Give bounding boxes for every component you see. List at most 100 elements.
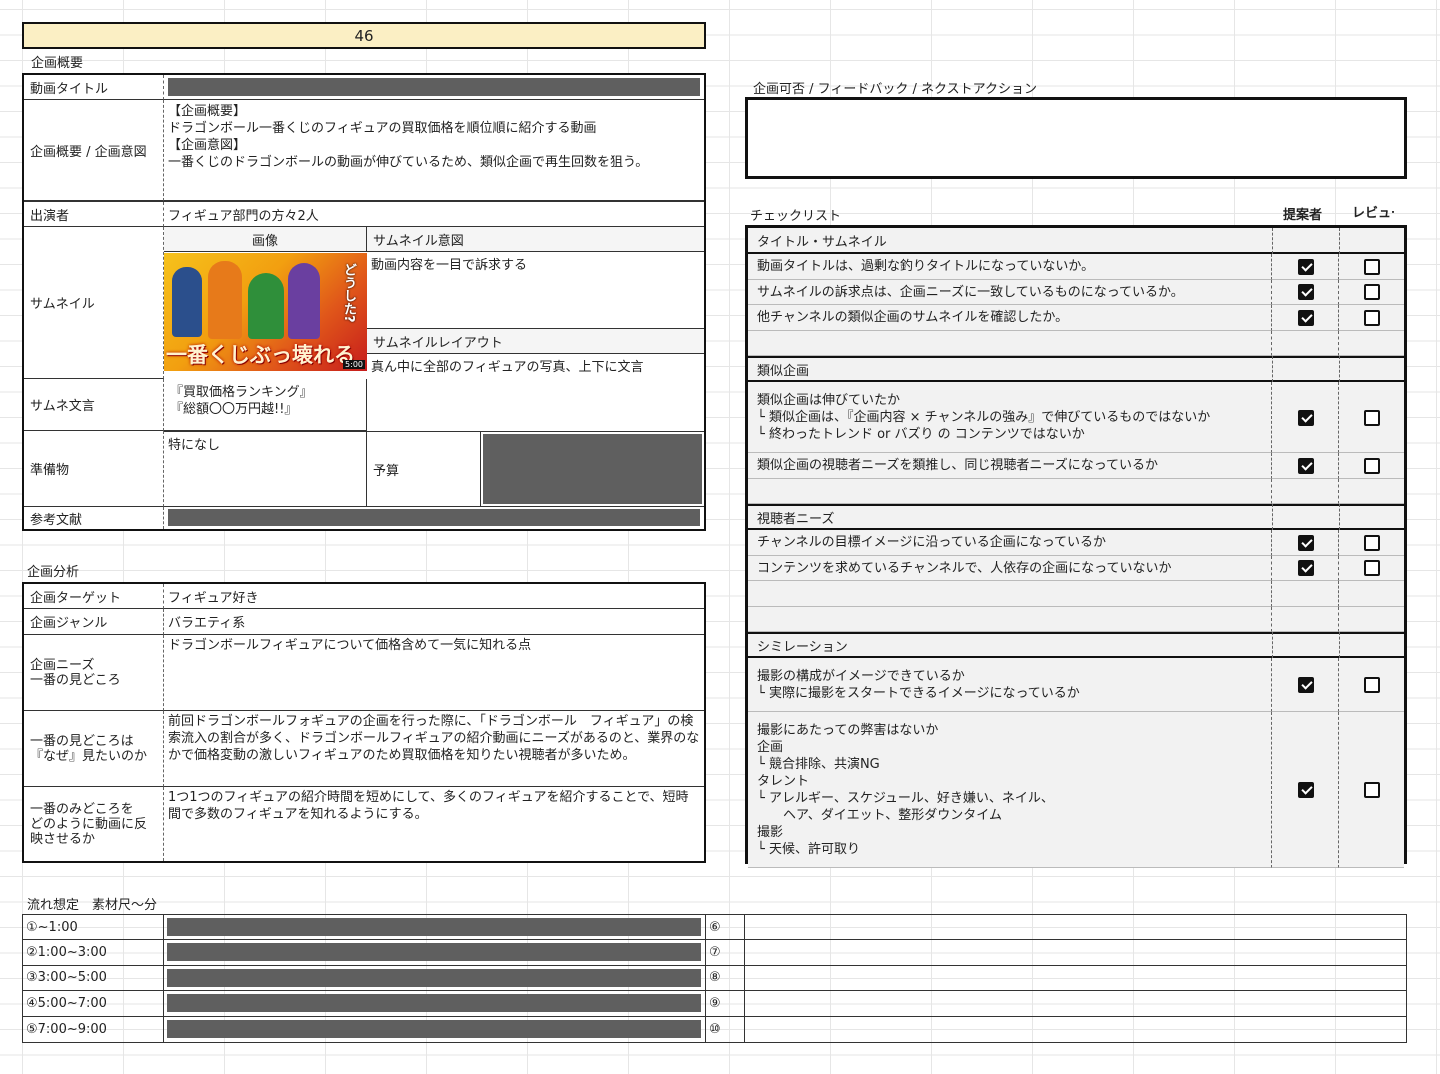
flow-value-cell[interactable]: [745, 966, 1406, 992]
flow-label: ①~1:00: [23, 915, 164, 941]
thumb-text-label-cell: サムネ文言: [24, 379, 164, 431]
flow-label: ②1:00~3:00: [23, 940, 164, 966]
proposer-checkbox[interactable]: [1298, 457, 1314, 474]
header-number-cell[interactable]: 46: [22, 22, 706, 49]
thumb-text-label: サムネ文言: [30, 399, 95, 414]
ref-label-cell: 参考文献: [24, 507, 164, 529]
checklist-item-text: 撮影にあたっての弊害はないか 企画 └ 競合排除、共演NG タレント └ アレル…: [748, 712, 1272, 868]
thumb-layout-value-cell[interactable]: 真ん中に全部のフィギュアの写真、上下に文言: [367, 354, 704, 431]
figure-silhouette: [288, 263, 320, 339]
flow-label: ⑧: [705, 965, 745, 992]
flow-label: ④5:00~7:00: [23, 991, 164, 1017]
checklist-empty-cell[interactable]: [1339, 478, 1404, 504]
flow-value-cell[interactable]: [164, 915, 705, 941]
flow-value-cell[interactable]: [745, 1017, 1406, 1042]
proposer-checkbox[interactable]: [1298, 309, 1314, 326]
checklist-section-header: タイトル・サムネイル: [748, 228, 1404, 254]
proposer-checkbox[interactable]: [1298, 409, 1314, 426]
thumb-layout-label: サムネイルレイアウト: [373, 335, 503, 351]
review-checkbox[interactable]: [1364, 782, 1380, 798]
prep-value-cell[interactable]: 特になし: [164, 431, 367, 507]
redacted-flow: [167, 1019, 701, 1038]
flow-value-cell[interactable]: [745, 915, 1406, 941]
ref-value-cell[interactable]: [164, 507, 704, 529]
thumb-layout-value: 真ん中に全部のフィギュアの写真、上下に文言: [371, 360, 644, 375]
thumbnail-label: サムネイル: [30, 297, 95, 312]
checklist-section-header: 視聴者ニーズ: [748, 504, 1404, 530]
review-checkbox[interactable]: [1364, 284, 1380, 301]
target-value-cell[interactable]: フィギュア好き: [164, 584, 704, 609]
review-checkbox[interactable]: [1364, 534, 1380, 551]
checklist-empty-cell[interactable]: [1339, 330, 1404, 356]
thumb-intent-value: 動画内容を一目で訴求する: [371, 258, 528, 273]
review-checkbox[interactable]: [1364, 409, 1380, 426]
thumb-intent-label: サムネイル意図: [373, 233, 464, 249]
target-label-cell: 企画ターゲット: [24, 584, 164, 609]
thumbnail-image[interactable]: どうした? 一番くじぶっ壊れる 5:00: [164, 253, 367, 371]
proposer-checkbox[interactable]: [1298, 258, 1314, 275]
proposer-checkbox[interactable]: [1298, 560, 1314, 577]
prep-label: 準備物: [30, 463, 70, 478]
cast-label: 出演者: [30, 208, 70, 224]
cast-label-cell: 出演者: [24, 202, 164, 227]
flow-value-cell[interactable]: [745, 991, 1406, 1017]
checklist-empty-row: [748, 478, 1272, 504]
target-label: 企画ターゲット: [30, 590, 122, 606]
cast-value: フィギュア部門の方々2人: [168, 208, 319, 224]
prep-value: 特になし: [168, 438, 221, 453]
redacted-title: [168, 78, 700, 96]
review-checkbox[interactable]: [1364, 560, 1380, 577]
overview-section-label: 企画概要: [31, 56, 84, 71]
flow-value-cell[interactable]: [164, 1017, 705, 1042]
analysis-section-label: 企画分析: [27, 565, 80, 580]
needs-value-cell[interactable]: ドラゴンボールフィギュアについて価格含めて一気に知れる点: [164, 635, 704, 711]
section-col-divider: [1272, 356, 1273, 382]
budget-value-cell[interactable]: [481, 431, 704, 507]
checklist-item-text: コンテンツを求めているチャンネルで、人依存の企画になっていないか: [748, 555, 1272, 581]
review-checkbox[interactable]: [1364, 677, 1380, 693]
checklist-empty-cell[interactable]: [1272, 330, 1339, 356]
checklist-empty-cell[interactable]: [1339, 606, 1404, 632]
proposer-checkbox[interactable]: [1298, 284, 1314, 301]
title-value-cell[interactable]: [164, 75, 704, 100]
section-col-divider: [1272, 504, 1273, 530]
proposer-checkbox[interactable]: [1298, 782, 1314, 798]
checklist-empty-cell[interactable]: [1272, 478, 1339, 504]
proposer-checkbox[interactable]: [1298, 677, 1314, 693]
review-checkbox[interactable]: [1364, 309, 1380, 326]
flow-label: ⑥: [705, 915, 745, 941]
section-col-divider: [1272, 632, 1273, 658]
redacted-flow: [167, 943, 701, 962]
review-checkbox[interactable]: [1364, 457, 1380, 474]
checklist-empty-cell[interactable]: [1339, 581, 1404, 607]
flow-value-cell[interactable]: [164, 966, 705, 992]
proposer-checkbox[interactable]: [1298, 534, 1314, 551]
thumb-text-value-cell[interactable]: 『買取価格ランキング』 『総額〇〇万円越!!』: [164, 379, 367, 431]
cast-value-cell[interactable]: フィギュア部門の方々2人: [164, 202, 704, 227]
review-checkbox[interactable]: [1364, 258, 1380, 275]
summary-label-cell: 企画概要 / 企画意図: [24, 100, 164, 201]
header-number: 46: [354, 26, 374, 45]
why-value-cell[interactable]: 前回ドラゴンボールフォギュアの企画を行った際に、「ドラゴンボール フィギュア」の…: [164, 711, 704, 787]
genre-label-cell: 企画ジャンル: [24, 609, 164, 635]
review-column-header: レビュー: [1352, 202, 1394, 221]
flow-value-cell[interactable]: [164, 940, 705, 966]
thumb-side-text: どうした?: [341, 263, 356, 323]
checklist-empty-row: [748, 581, 1272, 607]
checklist-item-text: 撮影の構成がイメージできているか └ 実際に撮影をスタートできるイメージになって…: [748, 658, 1272, 712]
checklist-item-text: 類似企画は伸びていたか └ 類似企画は、『企画内容 × チャンネルの強み』で伸び…: [748, 382, 1272, 453]
checklist-empty-cell[interactable]: [1272, 606, 1339, 632]
section-col-divider: [1339, 504, 1340, 530]
summary-value-cell[interactable]: 【企画概要】 ドラゴンボール一番くじのフィギュアの買取価格を順位順に紹介する動画…: [164, 100, 704, 201]
genre-value-cell[interactable]: バラエティ系: [164, 609, 704, 635]
thumb-intent-value-cell[interactable]: 動画内容を一目で訴求する: [367, 252, 704, 329]
thumb-caption: 一番くじぶっ壊れる: [166, 343, 355, 367]
flow-value-cell[interactable]: [745, 940, 1406, 966]
flow-value-cell[interactable]: [164, 991, 705, 1017]
thumbnail-label-cell: サムネイル: [24, 227, 164, 379]
flow-table: ①~1:00 ⑥ ②1:00~3:00 ⑦ ③3:00~5:00 ⑧ ④5:00~7:00 ⑨…: [22, 914, 1407, 1043]
how-value-cell[interactable]: 1つ1つのフィギュアの紹介時間を短めにして、多くのフィギュアを紹介することで、短…: [164, 787, 704, 861]
checklist-empty-cell[interactable]: [1272, 581, 1339, 607]
prep-label-cell: 準備物: [24, 431, 164, 507]
feedback-box[interactable]: [745, 97, 1407, 179]
